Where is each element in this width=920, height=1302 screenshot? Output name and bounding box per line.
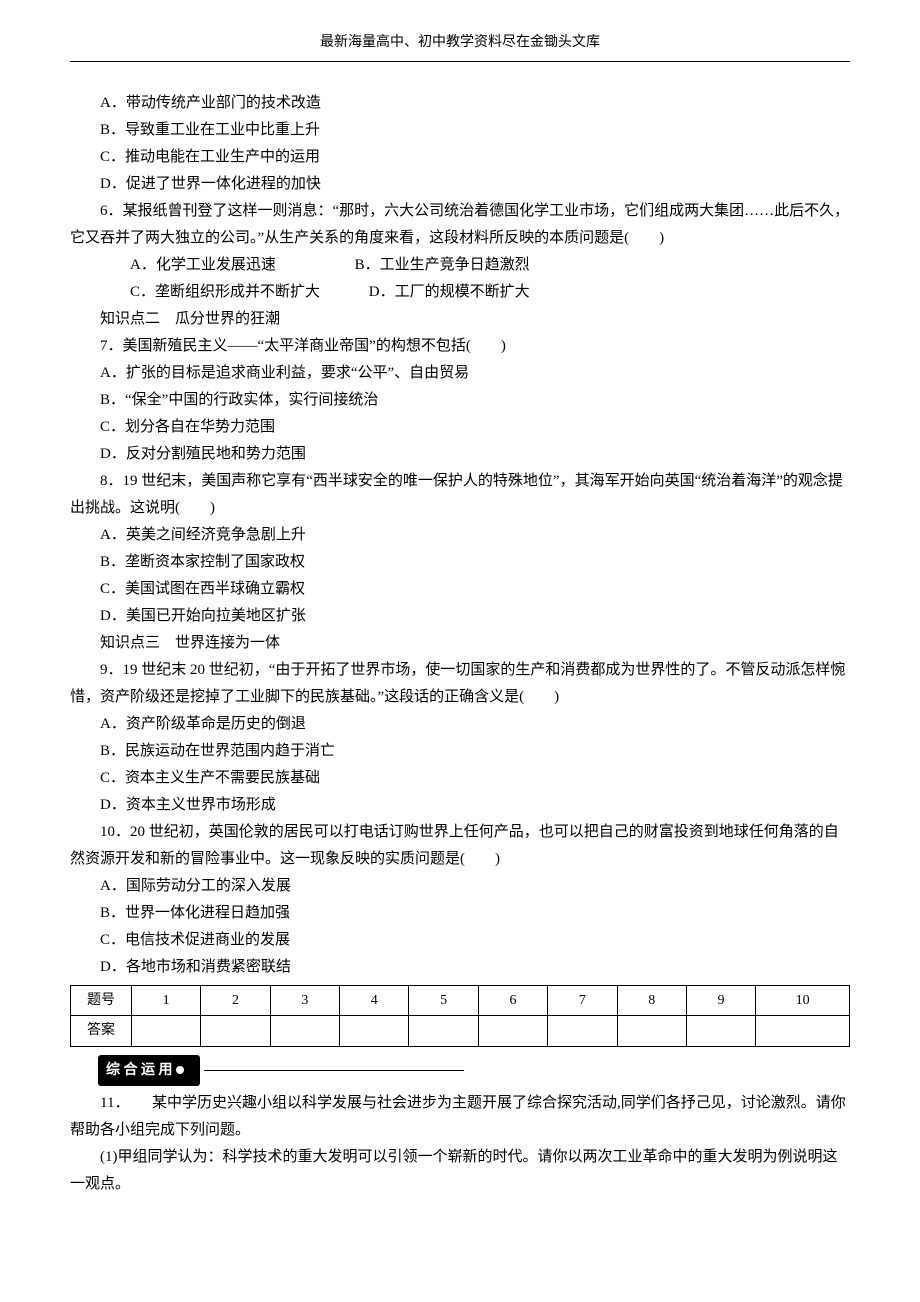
q10-stem: 10．20 世纪初，英国伦敦的居民可以打电话订购世界上任何产品，也可以把自己的财…: [70, 819, 850, 873]
q8-option-c: C．美国试图在西半球确立霸权: [70, 576, 850, 603]
answer-cell: [132, 1016, 201, 1046]
q7-stem: 7．美国新殖民主义——“太平洋商业帝国”的构想不包括( ): [70, 333, 850, 360]
q6-stem: 6．某报纸曾刊登了这样一则消息：“那时，六大公司统治着德国化学工业市场，它们组成…: [70, 198, 850, 252]
q5-option-b: B．导致重工业在工业中比重上升: [70, 117, 850, 144]
q6-option-d: D．工厂的规模不断扩大: [339, 279, 530, 306]
answer-cell: [201, 1016, 270, 1046]
q9-option-c: C．资本主义生产不需要民族基础: [70, 765, 850, 792]
q5-option-c: C．推动电能在工业生产中的运用: [70, 144, 850, 171]
q9-option-a: A．资产阶级革命是历史的倒退: [70, 711, 850, 738]
q9-option-d: D．资本主义世界市场形成: [70, 792, 850, 819]
knowledge-point-2: 知识点二 瓜分世界的狂潮: [70, 306, 850, 333]
col-5: 5: [409, 986, 478, 1016]
answer-cell: [617, 1016, 686, 1046]
q7-option-c: C．划分各自在华势力范围: [70, 414, 850, 441]
section-tag-label: 综 合 运 用: [106, 1063, 173, 1078]
col-8: 8: [617, 986, 686, 1016]
q5-option-d: D．促进了世界一体化进程的加快: [70, 171, 850, 198]
q9-stem: 9．19 世纪末 20 世纪初，“由于开拓了世界市场，使一切国家的生产和消费都成…: [70, 657, 850, 711]
q5-option-a: A．带动传统产业部门的技术改造: [70, 90, 850, 117]
row-label-answer: 答案: [71, 1016, 132, 1046]
col-6: 6: [478, 986, 547, 1016]
q6-option-a: A．化学工业发展迅速: [100, 252, 276, 279]
q6-options-ab: A．化学工业发展迅速 B．工业生产竞争日趋激烈: [70, 252, 850, 279]
row-label-number: 题号: [71, 986, 132, 1016]
answer-grid: 题号 1 2 3 4 5 6 7 8 9 10 答案: [70, 985, 850, 1046]
answer-cell: [409, 1016, 478, 1046]
q9-option-b: B．民族运动在世界范围内趋于消亡: [70, 738, 850, 765]
q6-options-cd: C．垄断组织形成并不断扩大 D．工厂的规模不断扩大: [70, 279, 850, 306]
divider-line: [204, 1070, 464, 1071]
col-9: 9: [686, 986, 755, 1016]
answer-cell: [478, 1016, 547, 1046]
answer-cell: [548, 1016, 617, 1046]
col-1: 1: [132, 986, 201, 1016]
q7-option-d: D．反对分割殖民地和势力范围: [70, 441, 850, 468]
dot-icon: [176, 1066, 184, 1074]
q11-sub1: (1)甲组同学认为：科学技术的重大发明可以引领一个崭新的时代。请你以两次工业革命…: [70, 1144, 850, 1198]
answer-cell: [270, 1016, 339, 1046]
answer-cell: [340, 1016, 409, 1046]
q7-option-b: B．“保全”中国的行政实体，实行间接统治: [70, 387, 850, 414]
knowledge-point-3: 知识点三 世界连接为一体: [70, 630, 850, 657]
q10-option-a: A．国际劳动分工的深入发展: [70, 873, 850, 900]
q8-stem: 8．19 世纪末，美国声称它享有“西半球安全的唯一保护人的特殊地位”，其海军开始…: [70, 468, 850, 522]
q7-option-a: A．扩张的目标是追求商业利益，要求“公平”、自由贸易: [70, 360, 850, 387]
table-row: 答案: [71, 1016, 850, 1046]
q8-option-b: B．垄断资本家控制了国家政权: [70, 549, 850, 576]
col-3: 3: [270, 986, 339, 1016]
col-4: 4: [340, 986, 409, 1016]
col-2: 2: [201, 986, 270, 1016]
q6-option-b: B．工业生产竞争日趋激烈: [325, 252, 530, 279]
col-7: 7: [548, 986, 617, 1016]
q8-option-a: A．英美之间经济竞争急剧上升: [70, 522, 850, 549]
answer-cell: [686, 1016, 755, 1046]
q8-option-d: D．美国已开始向拉美地区扩张: [70, 603, 850, 630]
answer-cell: [756, 1016, 850, 1046]
q10-option-d: D．各地市场和消费紧密联结: [70, 954, 850, 981]
q10-option-c: C．电信技术促进商业的发展: [70, 927, 850, 954]
page-header: 最新海量高中、初中教学资料尽在金锄头文库: [70, 30, 850, 62]
col-10: 10: [756, 986, 850, 1016]
section-tag-wrap: 综 合 运 用: [70, 1047, 850, 1090]
q10-option-b: B．世界一体化进程日趋加强: [70, 900, 850, 927]
table-row: 题号 1 2 3 4 5 6 7 8 9 10: [71, 986, 850, 1016]
q11-stem: 11． 某中学历史兴趣小组以科学发展与社会进步为主题开展了综合探究活动,同学们各…: [70, 1090, 850, 1144]
q6-option-c: C．垄断组织形成并不断扩大: [100, 279, 320, 306]
section-tag: 综 合 运 用: [98, 1055, 200, 1086]
